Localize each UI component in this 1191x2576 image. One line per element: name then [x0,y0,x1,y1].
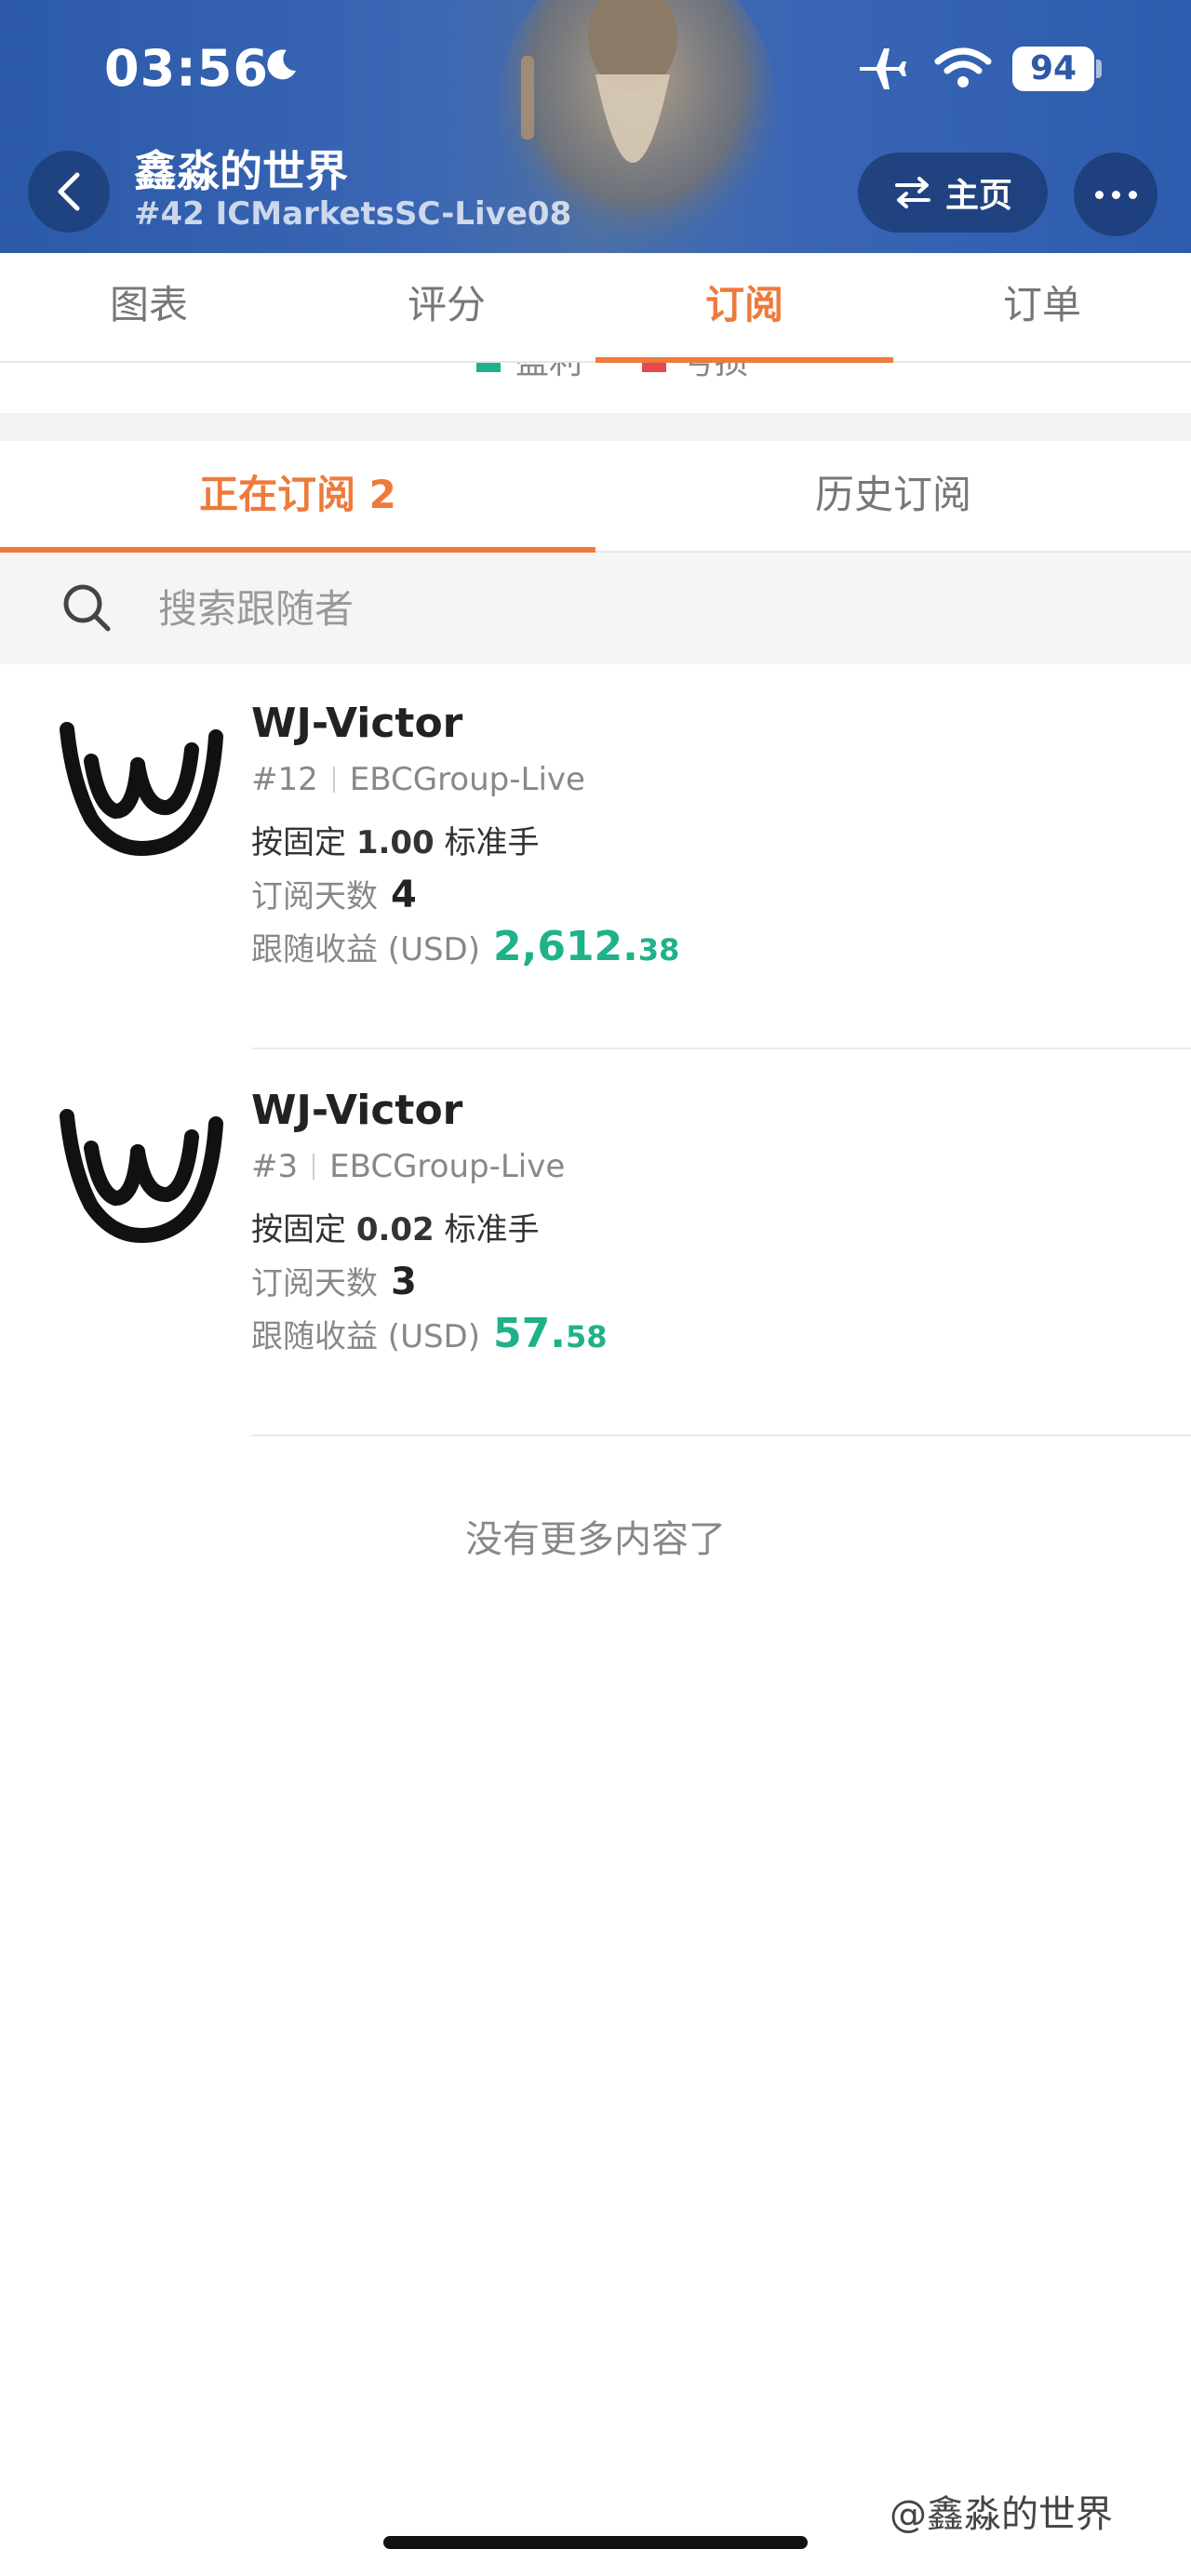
swap-icon [894,177,930,208]
profit-integer: 57. [493,1310,566,1357]
lot-suffix: 标准手 [444,824,540,861]
battery-tip [1096,60,1102,78]
status-time: 03:56 [104,39,269,98]
airplane-icon [860,48,906,89]
home-button-label: 主页 [944,177,1012,215]
follower-account: #12 EBCGroup-Live [251,761,585,798]
watermark: @鑫淼的世界 [890,2493,1113,2536]
subscription-days: 订阅天数 3 [251,1258,417,1303]
subscription-item[interactable]: WJ-Victor #12 EBCGroup-Live 按固定 1.00 标准手 … [0,664,1191,1051]
end-of-list-text: 没有更多内容了 [465,1518,726,1561]
follower-rank: #3 [251,1148,299,1185]
avatar [60,722,223,857]
days-label: 订阅天数 [251,1265,378,1302]
row-divider [251,1048,1191,1049]
lot-setting: 按固定 0.02 标准手 [251,1204,540,1249]
tab-current-subscriptions[interactable]: 正在订阅 2 [0,441,596,553]
lot-prefix: 按固定 [251,824,346,861]
lot-setting: 按固定 1.00 标准手 [251,817,540,862]
tab-rating[interactable]: 评分 [298,253,596,363]
back-button[interactable] [28,151,110,233]
more-dot-icon [1111,190,1120,199]
subscription-item[interactable]: WJ-Victor #3 EBCGroup-Live 按固定 0.02 标准手 订… [0,1051,1191,1438]
legend-swatch-profit [476,363,501,372]
meta-separator [332,767,335,793]
legend-label-profit: 盈利 [515,363,582,383]
search-icon [63,584,111,632]
section-divider [0,413,1191,441]
follower-rank: #12 [251,761,318,798]
lot-suffix: 标准手 [444,1211,540,1248]
tab-chart[interactable]: 图表 [0,253,298,363]
follower-server: EBCGroup-Live [349,761,585,798]
lot-value: 0.02 [355,1211,435,1248]
follower-account: #3 EBCGroup-Live [251,1148,565,1185]
subscription-days: 订阅天数 4 [251,871,417,916]
profit-decimal: 58 [565,1319,608,1355]
search-input[interactable] [158,581,1089,636]
search-bar [0,553,1191,664]
profit-label: 跟随收益 (USD) [251,1318,480,1355]
legend-swatch-loss [642,363,666,372]
more-dot-icon [1094,190,1104,199]
chart-legend-fragment: 盈利 亏损 [0,363,1191,413]
profit-decimal: 38 [637,932,680,968]
home-button[interactable]: 主页 [858,153,1048,233]
sub-tab-bar: 正在订阅 2 历史订阅 [0,441,1191,553]
lot-value: 1.00 [355,824,435,861]
wifi-icon [934,47,992,87]
days-value: 3 [391,1261,417,1303]
follow-profit: 跟随收益 (USD) 2,612.38 [251,923,679,970]
main-tab-bar: 图表 评分 订阅 订单 [0,253,1191,363]
profit-integer: 2,612. [493,923,638,970]
tab-subscriptions[interactable]: 订阅 [596,253,893,363]
row-divider [251,1435,1191,1436]
home-indicator[interactable] [383,2536,808,2549]
days-label: 订阅天数 [251,878,378,915]
moon-icon [267,49,296,80]
tab-history-subscriptions[interactable]: 历史订阅 [596,441,1191,553]
follower-name: WJ-Victor [251,700,463,747]
follower-server: EBCGroup-Live [329,1148,566,1185]
chevron-left-icon [58,172,80,211]
days-value: 4 [391,874,417,916]
legend-label-loss: 亏损 [681,363,748,383]
profit-label: 跟随收益 (USD) [251,931,480,968]
follower-name: WJ-Victor [251,1087,463,1134]
page-subtitle: #42 ICMarketsSC-Live08 [134,195,572,233]
lot-prefix: 按固定 [251,1211,346,1248]
app-header: 03:56 94 鑫淼的世界 #42 ICMarketsSC-Live08 主页 [0,0,1191,253]
more-dot-icon [1128,190,1137,199]
avatar [60,1109,223,1244]
battery-indicator: 94 [1012,47,1094,91]
tab-orders[interactable]: 订单 [893,253,1191,363]
page-title: 鑫淼的世界 [134,146,348,196]
follow-profit: 跟随收益 (USD) 57.58 [251,1310,607,1357]
more-button[interactable] [1074,153,1158,236]
meta-separator [313,1154,315,1180]
